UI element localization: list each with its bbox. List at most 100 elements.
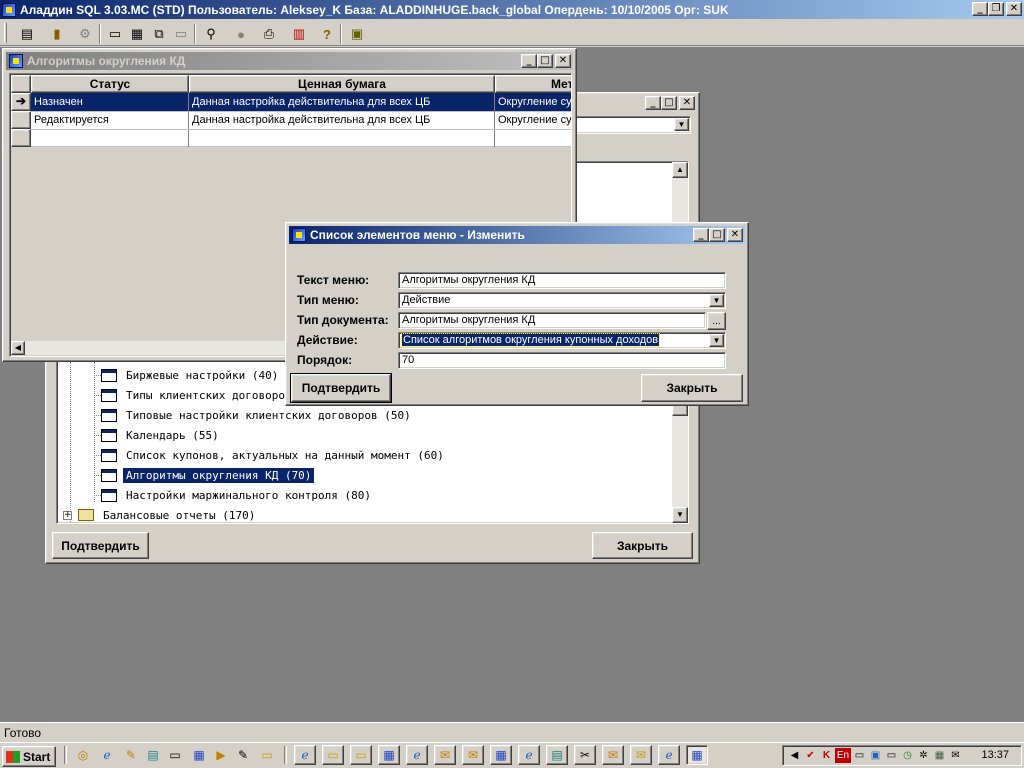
cascade-icon[interactable]: ⧉	[148, 24, 170, 44]
help-icon[interactable]: ?	[316, 24, 338, 44]
tree-item[interactable]: Алгоритмы округления КД (70)	[94, 466, 315, 484]
calculator-icon[interactable]: ▣	[346, 24, 368, 44]
order-label: Порядок:	[297, 353, 353, 367]
tree-connector	[94, 495, 101, 496]
minimize-all-icon[interactable]: ▭	[170, 24, 192, 44]
book-icon[interactable]: ▤	[142, 745, 164, 765]
tree-item[interactable]: + Балансовые отчеты (170)	[63, 506, 258, 523]
monitor-icon[interactable]: ▭	[852, 748, 867, 763]
expand-plus-icon[interactable]: +	[63, 510, 72, 520]
task-ie-icon[interactable]: ℯ	[658, 745, 680, 765]
dialog-close-button[interactable]: Закрыть	[641, 374, 743, 402]
task-book-icon[interactable]: ▤	[546, 745, 568, 765]
export-icon[interactable]: ▥	[288, 24, 310, 44]
minimize-icon[interactable]: _	[693, 228, 709, 242]
edit-icon[interactable]: ✎	[232, 745, 254, 765]
dialog-confirm-button[interactable]: Подтвердить	[290, 373, 392, 403]
folder-icon[interactable]: ▭	[256, 745, 278, 765]
minimize-icon[interactable]: _	[972, 2, 988, 16]
computer-icon[interactable]: ▭	[884, 748, 899, 763]
computer-icon[interactable]: ▭	[164, 745, 186, 765]
tree-item[interactable]: Список купонов, актуальных на данный мом…	[94, 446, 447, 464]
table-row[interactable]: Редактируется Данная настройка действите…	[11, 111, 571, 129]
scroll-up-button[interactable]: ▲	[672, 162, 688, 178]
task-aladdin-icon[interactable]: ▦	[686, 745, 708, 765]
chip-icon[interactable]: ▦	[932, 748, 947, 763]
chevron-down-icon[interactable]: ▼	[709, 334, 724, 347]
scroll-left-button[interactable]: ◀	[11, 341, 25, 355]
print-icon[interactable]: ⎙	[258, 24, 280, 44]
task-app-icon[interactable]: ▦	[378, 745, 400, 765]
task-mail-icon[interactable]: ✉	[602, 745, 624, 765]
language-indicator[interactable]: En	[835, 748, 851, 763]
display-icon[interactable]: ▣	[868, 748, 883, 763]
filter-combo[interactable]: ▼	[566, 116, 691, 134]
volume-icon[interactable]: ◀	[787, 748, 802, 763]
table-row[interactable]: ➔ Назначен Данная настройка действительн…	[11, 93, 571, 111]
grid-window-titlebar[interactable]: Алгоритмы округления КД _ □ ✕	[6, 52, 573, 70]
maximize-icon[interactable]: □	[709, 228, 725, 242]
network-icon[interactable]: ✔	[803, 748, 818, 763]
task-folder-icon[interactable]: ▭	[322, 745, 344, 765]
task-folder-icon[interactable]: ▭	[350, 745, 372, 765]
column-header-method[interactable]: Метод	[495, 75, 571, 93]
column-header-status[interactable]: Статус	[31, 75, 189, 93]
close-icon[interactable]: ✕	[1006, 2, 1022, 16]
task-ie-icon[interactable]: ℯ	[294, 745, 316, 765]
task-tools-icon[interactable]: ✂	[574, 745, 596, 765]
doc-type-field[interactable]: Алгоритмы округления КД	[398, 312, 706, 329]
task-mail-icon[interactable]: ✉	[630, 745, 652, 765]
settings-icon[interactable]: ◎	[72, 745, 94, 765]
window-icon[interactable]: ▭	[104, 24, 126, 44]
task-mail-icon[interactable]: ✉	[462, 745, 484, 765]
menu-text-field[interactable]: Алгоритмы округления КД	[398, 272, 726, 289]
restore-icon[interactable]: ❐	[988, 2, 1004, 16]
table-row-empty[interactable]	[11, 129, 571, 147]
chevron-down-icon[interactable]: ▼	[674, 118, 689, 131]
minimize-icon[interactable]: _	[521, 54, 537, 68]
ie-icon[interactable]: ℯ	[96, 745, 118, 765]
task-app-icon[interactable]: ▦	[490, 745, 512, 765]
task-ie-icon[interactable]: ℯ	[406, 745, 428, 765]
chevron-down-icon[interactable]: ▼	[709, 294, 724, 307]
grid-window-controls: _ □ ✕	[521, 54, 571, 68]
action-select[interactable]: Список алгоритмов округления купонных до…	[398, 332, 726, 349]
stop-icon[interactable]: ●	[230, 24, 252, 44]
gear-icon[interactable]: ✲	[916, 748, 931, 763]
tree-confirm-button[interactable]: Подтвердить	[52, 532, 149, 559]
settings-icon[interactable]: ⚙	[74, 24, 96, 44]
mail-icon[interactable]: ✉	[948, 748, 963, 763]
media-icon[interactable]: ▶	[210, 745, 232, 765]
clock-app-icon[interactable]: ◷	[900, 748, 915, 763]
tree-item[interactable]: Биржевые настройки (40)	[94, 366, 281, 384]
tree-item[interactable]: Типовые настройки клиентских договоров (…	[94, 406, 414, 424]
app-titlebar[interactable]: Аладдин SQL 3.03.MC (STD) Пользователь: …	[0, 0, 1024, 19]
minimize-icon[interactable]: _	[645, 96, 661, 110]
pencil-icon[interactable]: ✎	[120, 745, 142, 765]
binoculars-icon[interactable]: ⚲	[200, 24, 222, 44]
maximize-icon[interactable]: □	[661, 96, 677, 110]
column-header-security[interactable]: Ценная бумага	[189, 75, 495, 93]
close-icon[interactable]: ✕	[555, 54, 571, 68]
task-ie-icon[interactable]: ℯ	[518, 745, 540, 765]
tile-icon[interactable]: ▦	[126, 24, 148, 44]
dialog-titlebar[interactable]: Список элементов меню - Изменить _ □ ✕	[289, 226, 745, 244]
doc-type-browse-button[interactable]: ...	[707, 312, 726, 330]
tree-item[interactable]: Настройки маржинального контроля (80)	[94, 486, 374, 504]
close-icon[interactable]: ✕	[679, 96, 695, 110]
start-button[interactable]: Start	[2, 746, 56, 767]
antivirus-icon[interactable]: K	[819, 748, 834, 763]
task-mail-icon[interactable]: ✉	[434, 745, 456, 765]
menu-type-select[interactable]: Действие ▼	[398, 292, 726, 309]
app-icon[interactable]: ▦	[188, 745, 210, 765]
maximize-icon[interactable]: □	[537, 54, 553, 68]
scroll-down-button[interactable]: ▼	[672, 507, 688, 523]
close-icon[interactable]: ✕	[727, 228, 743, 242]
quicklaunch-divider	[64, 746, 67, 764]
bottle-icon[interactable]: ▮	[46, 24, 68, 44]
book-icon[interactable]: ▤	[16, 24, 38, 44]
order-field[interactable]: 70	[398, 352, 726, 369]
tree-item[interactable]: Календарь (55)	[94, 426, 222, 444]
tree-close-button[interactable]: Закрыть	[592, 532, 693, 559]
window-app-icon	[9, 54, 23, 68]
